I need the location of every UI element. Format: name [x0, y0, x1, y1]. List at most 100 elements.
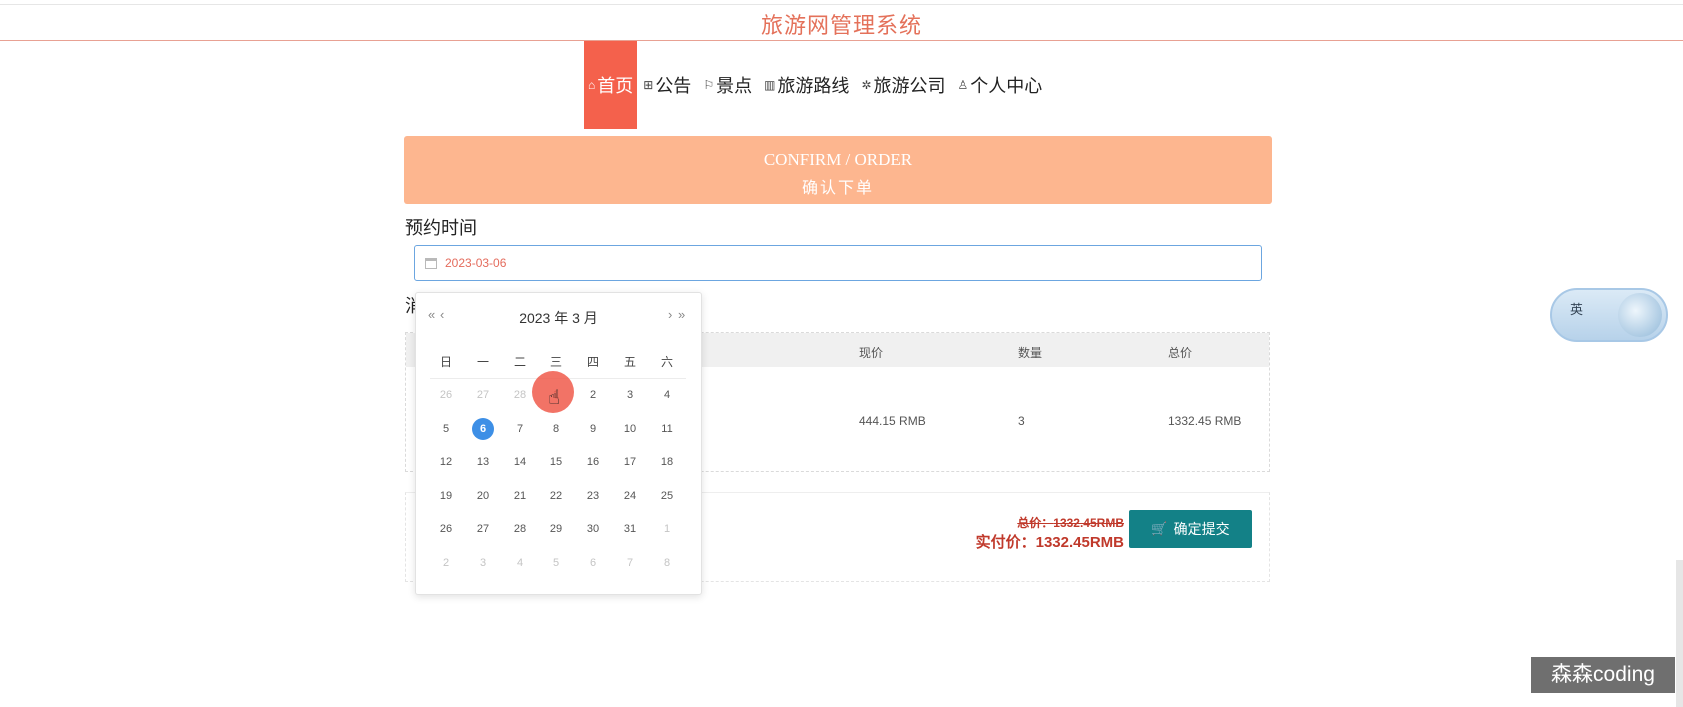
calendar-icon [425, 257, 437, 269]
calendar-day-label: 27 [476, 389, 490, 401]
calendar-day[interactable]: 26 [428, 523, 464, 535]
calendar-day[interactable]: 2 [575, 389, 611, 401]
calendar-day-label: 7 [516, 423, 524, 435]
calendar-day[interactable]: 8 [538, 423, 574, 435]
calendar-day-label: 13 [476, 456, 490, 468]
calendar-day[interactable]: 5 [428, 423, 464, 435]
calendar-day[interactable]: 30 [575, 523, 611, 535]
nav-item-home[interactable]: ⌂ 首页 [584, 41, 638, 129]
calendar-day-label: 20 [476, 490, 490, 502]
calendar-day[interactable]: 20 [465, 490, 501, 502]
calendar-day[interactable]: 15 [538, 456, 574, 468]
actual-total-label: 实付价： [975, 534, 1036, 551]
nav-item-companies[interactable]: ✲ 旅游公司 [855, 41, 951, 129]
calendar-day[interactable]: 5 [538, 557, 574, 569]
calendar-day[interactable]: 7 [612, 557, 648, 569]
weekday-header: 一 [476, 355, 489, 369]
calendar-day[interactable]: 21 [502, 490, 538, 502]
weekday-header: 四 [586, 355, 599, 369]
calendar-day[interactable]: 3 [612, 389, 648, 401]
weekday-header: 日 [439, 355, 452, 369]
calendar-day[interactable]: 2 [428, 557, 464, 569]
nav-item-label: 旅游路线 [777, 76, 850, 96]
calendar-day[interactable]: 18 [649, 456, 685, 468]
calendar-day[interactable]: 3 [465, 557, 501, 569]
submit-label: 确定提交 [1173, 521, 1230, 537]
calendar-day[interactable]: 17 [612, 456, 648, 468]
calendar-day[interactable]: 28 [502, 523, 538, 535]
calendar-day[interactable]: 22 [538, 490, 574, 502]
calendar-day-label: 29 [549, 523, 563, 535]
calendar-day[interactable]: 7 [502, 423, 538, 435]
submit-order-button[interactable]: 🛒 确定提交 [1129, 510, 1252, 548]
calendar-day-label: 23 [586, 490, 600, 502]
calendar-day[interactable]: 26 [428, 389, 464, 401]
calendar-day-label: 3 [626, 389, 634, 401]
home-icon: ⌂ [588, 78, 596, 92]
col-header-total: 总价 [1168, 346, 1193, 360]
calendar-day-label: 21 [513, 490, 527, 502]
nav-item-routes[interactable]: ▥ 旅游路线 [758, 41, 855, 129]
calendar-day-label: 4 [516, 557, 524, 569]
calendar-day[interactable]: 6 [575, 557, 611, 569]
calendar-day[interactable]: 13 [465, 456, 501, 468]
ime-label: 英 [1570, 302, 1584, 317]
flag-icon: ⚐ [703, 78, 715, 92]
calendar-day[interactable]: 24 [612, 490, 648, 502]
calendar-day-label: 18 [660, 456, 674, 468]
calendar-day[interactable]: 14 [502, 456, 538, 468]
cell-qty: 3 [1018, 414, 1025, 428]
gear-icon: ✲ [861, 78, 872, 92]
notice-icon: ⊞ [643, 78, 654, 92]
cell-price: 444.15 RMB [859, 414, 926, 428]
calendar-day-label: 2 [589, 389, 597, 401]
calendar-day-label: 22 [549, 490, 563, 502]
next-year-button[interactable]: » [678, 307, 685, 322]
calendar-day[interactable]: 31 [612, 523, 648, 535]
calendar-day[interactable]: 12 [428, 456, 464, 468]
calendar-day[interactable]: 16 [575, 456, 611, 468]
weekday-header: 六 [660, 355, 673, 369]
calendar-day-label: 17 [623, 456, 637, 468]
nav-item-notice[interactable]: ⊞ 公告 [637, 41, 697, 129]
date-input[interactable] [443, 255, 847, 271]
calendar-day[interactable]: 19 [428, 490, 464, 502]
nav-item-profile[interactable]: ♙ 个人中心 [951, 41, 1048, 129]
weekday-header: 五 [623, 355, 636, 369]
date-picker-popup: « ‹ 2023 年 3 月 › » 日一二三四五六26272812345678… [415, 292, 702, 595]
calendar-day[interactable]: 25 [649, 490, 685, 502]
calendar-day-label: 6 [589, 557, 597, 569]
calendar-day[interactable]: 27 [465, 523, 501, 535]
calendar-day-label: 11 [661, 423, 673, 435]
scroll-edge [1676, 560, 1683, 707]
calendar-day[interactable]: 8 [649, 557, 685, 569]
nav-item-label: 首页 [597, 76, 634, 96]
calendar-day[interactable]: 9 [575, 423, 611, 435]
calendar-day[interactable]: 23 [575, 490, 611, 502]
next-month-button[interactable]: › [668, 307, 673, 322]
calendar-day[interactable]: 10 [612, 423, 648, 435]
calendar-day[interactable]: 1 [649, 523, 685, 535]
calendar-day[interactable]: 27 [465, 389, 501, 401]
nav-item-label: 景点 [716, 76, 753, 96]
calendar-day-label: 26 [439, 389, 453, 401]
nav-item-label: 个人中心 [970, 76, 1043, 96]
calendar-day-selected[interactable]: 6 [465, 418, 501, 440]
calendar-day[interactable]: 4 [502, 557, 538, 569]
nav-item-attractions[interactable]: ⚐ 景点 [697, 41, 758, 129]
calendar-title[interactable]: 2023 年 3 月 [416, 308, 701, 328]
calendar-day[interactable]: 29 [538, 523, 574, 535]
ime-widget[interactable]: 英 [1550, 288, 1668, 342]
calendar-day-label: 4 [663, 389, 671, 401]
user-icon: ♙ [957, 78, 969, 92]
date-picker-field[interactable] [414, 245, 1262, 281]
actual-total-value: 1332.45RMB [1035, 534, 1124, 551]
original-total-label: 总价： [1017, 516, 1054, 530]
nav-item-label: 公告 [655, 76, 692, 96]
calendar-day[interactable]: 11 [649, 423, 685, 435]
site-title: 旅游网管理系统 [760, 13, 922, 38]
pointer-hand-icon: ☝ [548, 387, 561, 409]
actual-total: 实付价：1332.45RMB [976, 531, 1124, 552]
col-header-price: 现价 [859, 346, 884, 360]
calendar-day[interactable]: 4 [649, 389, 685, 401]
